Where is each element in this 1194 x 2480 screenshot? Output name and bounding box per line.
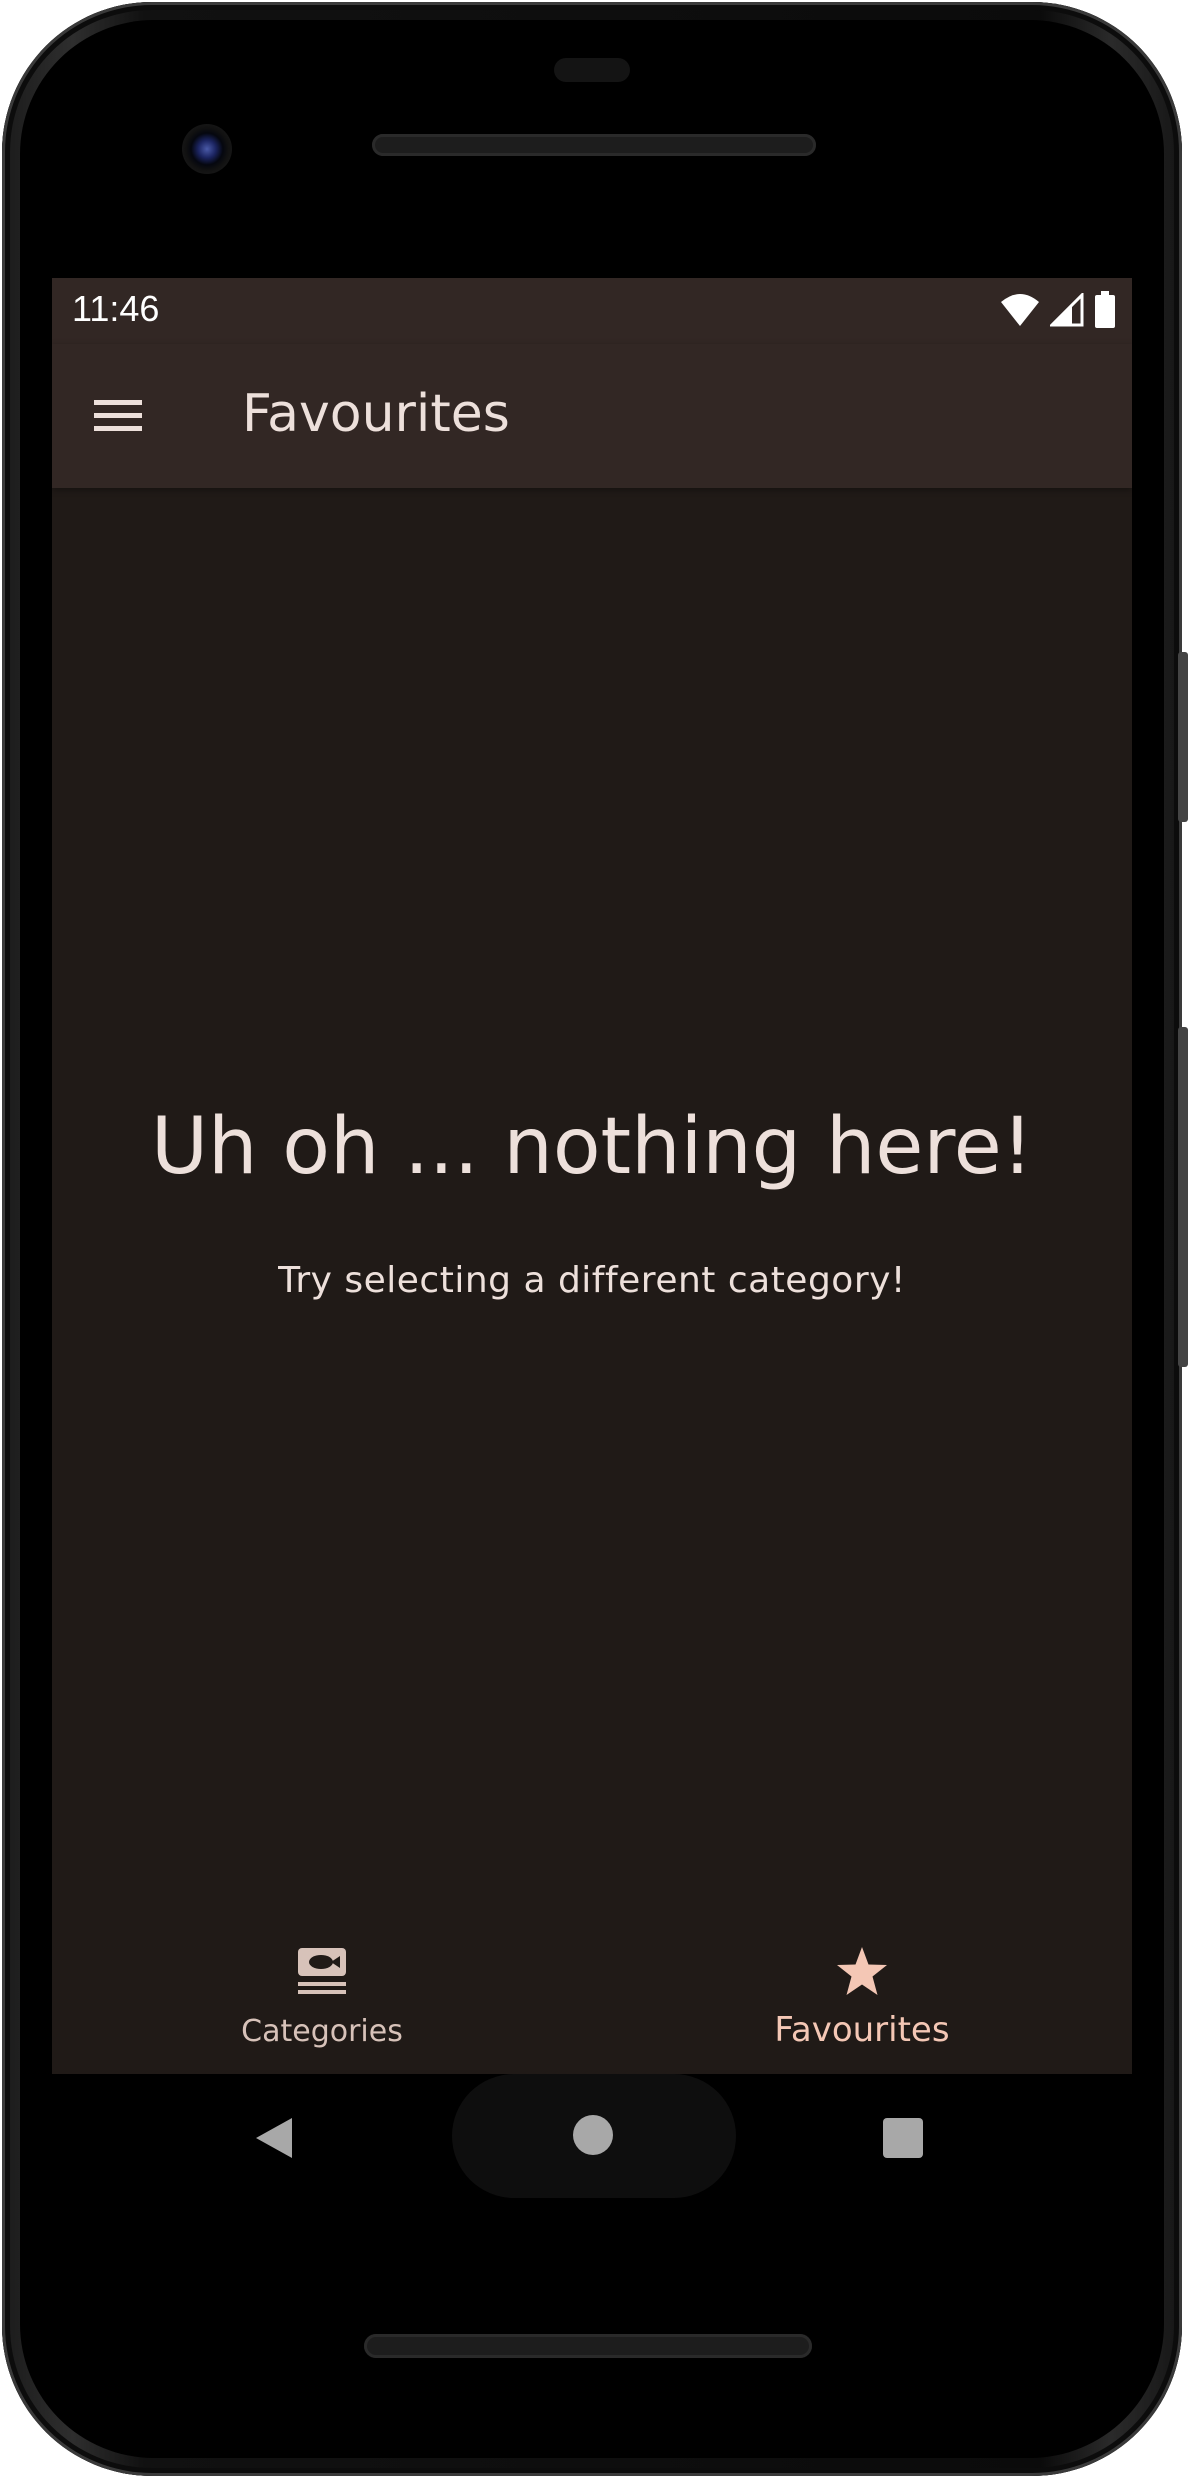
- nav-label-categories: Categories: [241, 2014, 403, 2049]
- status-bar: 11:46: [52, 278, 1132, 344]
- nav-label-favourites: Favourites: [774, 2010, 950, 2050]
- home-icon[interactable]: [573, 2115, 613, 2155]
- hamburger-menu-icon[interactable]: [92, 392, 148, 440]
- system-navigation-bar: [52, 2074, 1132, 2210]
- status-time: 11:46: [72, 288, 160, 329]
- cellular-signal-icon: [1050, 293, 1084, 327]
- wifi-icon: [1001, 294, 1039, 326]
- bottom-speaker: [364, 2334, 812, 2358]
- volume-button: [1178, 1027, 1188, 1367]
- earpiece-speaker: [372, 134, 816, 156]
- bottom-navigation: Categories Favourites: [52, 1924, 1132, 2074]
- app-screen: 11:46 Favourites Uh oh ... nothing here!…: [52, 278, 1132, 2074]
- back-icon[interactable]: [252, 2114, 296, 2162]
- nav-item-categories[interactable]: Categories: [52, 1924, 592, 2074]
- recents-icon[interactable]: [883, 2118, 923, 2158]
- proximity-sensor: [554, 58, 630, 82]
- front-camera: [182, 124, 232, 174]
- power-button: [1178, 652, 1188, 822]
- empty-state-subtitle: Try selecting a different category!: [278, 1260, 906, 1301]
- empty-state-title: Uh oh ... nothing here!: [150, 1102, 1034, 1192]
- page-title: Favourites: [242, 384, 510, 444]
- nav-item-favourites[interactable]: Favourites: [592, 1924, 1132, 2074]
- star-icon: [837, 1947, 887, 1995]
- battery-icon: [1095, 291, 1115, 328]
- top-app-bar: Favourites: [52, 344, 1132, 488]
- set-meal-icon: [298, 1948, 346, 1994]
- status-icons: [1000, 290, 1116, 330]
